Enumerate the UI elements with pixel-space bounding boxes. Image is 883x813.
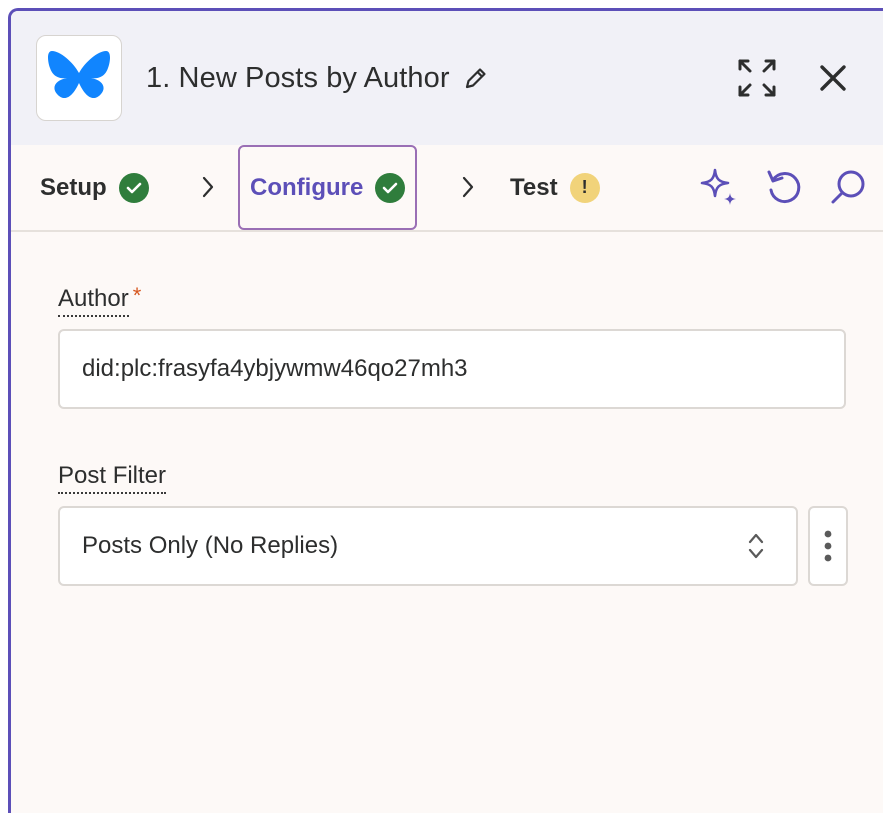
field-options-button[interactable]	[808, 506, 848, 586]
tab-setup[interactable]: Setup	[40, 145, 149, 230]
undo-icon	[767, 170, 801, 204]
search-icon	[831, 170, 865, 204]
check-icon	[118, 172, 149, 203]
search-button[interactable]	[826, 165, 870, 209]
chevron-right-icon	[457, 173, 479, 201]
panel-header: 1. New Posts by Author	[11, 11, 883, 145]
warning-icon: !	[569, 172, 600, 203]
pencil-icon	[465, 68, 486, 89]
author-input[interactable]	[58, 329, 846, 409]
undo-button[interactable]	[762, 165, 806, 209]
post-filter-label: Post Filter	[58, 462, 167, 494]
tab-test-label: Test	[510, 173, 558, 201]
author-label: Author	[58, 285, 129, 317]
expand-button[interactable]	[736, 57, 778, 99]
required-marker: *	[132, 283, 142, 308]
chevron-up-down-icon	[744, 529, 768, 563]
app-icon	[36, 35, 122, 121]
more-vertical-icon	[824, 530, 832, 562]
post-filter-select[interactable]: Posts Only (No Replies)	[58, 506, 798, 586]
tab-configure[interactable]: Configure	[238, 145, 418, 230]
sparkle-icon	[700, 168, 736, 205]
chevron-right-icon	[197, 173, 219, 201]
step-editor-panel: 1. New Posts by Author Setup Configure T…	[8, 8, 883, 813]
tab-configure-label: Configure	[250, 173, 364, 201]
close-icon	[820, 65, 846, 91]
edit-title-button[interactable]	[462, 64, 490, 92]
post-filter-value: Posts Only (No Replies)	[82, 532, 339, 559]
step-title: 1. New Posts by Author	[146, 61, 450, 94]
author-label-row: Author *	[58, 285, 141, 317]
tab-setup-label: Setup	[40, 173, 107, 201]
title-row: 1. New Posts by Author	[146, 55, 490, 101]
tab-test[interactable]: Test !	[510, 145, 600, 230]
step-tabs: Setup Configure Test !	[11, 145, 883, 232]
butterfly-icon	[48, 51, 110, 99]
ai-assist-button[interactable]	[697, 165, 741, 209]
post-filter-label-row: Post Filter	[58, 462, 167, 494]
close-button[interactable]	[812, 57, 854, 99]
check-icon	[375, 172, 406, 203]
expand-icon	[738, 59, 776, 97]
